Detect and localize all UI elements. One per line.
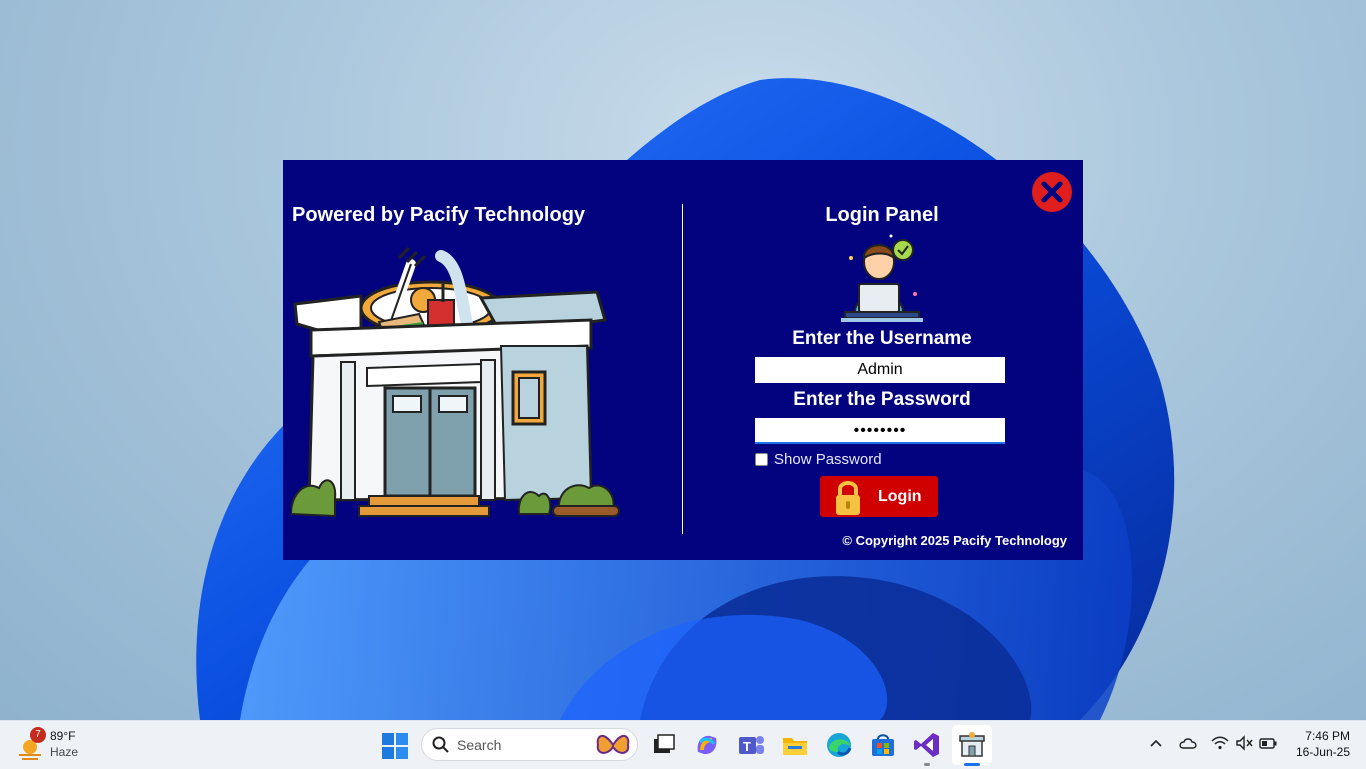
onedrive-icon[interactable] <box>1179 735 1197 751</box>
clock-time[interactable]: 7:46 PM <box>1290 729 1350 743</box>
login-window: Powered by Pacify Technology Login Panel… <box>283 160 1083 560</box>
login-button-label: Login <box>878 487 922 505</box>
password-label: Enter the Password <box>793 389 971 410</box>
copilot-icon[interactable] <box>692 730 722 760</box>
task-view-icon[interactable] <box>648 730 678 760</box>
canteen-app-icon[interactable] <box>957 730 987 760</box>
file-explorer-icon[interactable] <box>780 730 810 760</box>
edge-icon[interactable] <box>824 730 854 760</box>
weather-badge: 7 <box>30 727 46 743</box>
weather-widget[interactable]: 7 89°F Haze <box>16 727 106 763</box>
chevron-up-icon[interactable] <box>1148 735 1164 751</box>
start-icon[interactable] <box>382 733 408 759</box>
store-icon[interactable] <box>868 730 898 760</box>
visual-studio-indicator <box>924 763 930 766</box>
powered-by-label: Powered by Pacify Technology <box>292 204 586 226</box>
user-at-laptop-icon <box>841 234 923 322</box>
copyright-text: © Copyright 2025 Pacify Technology <box>842 533 1067 548</box>
svg-text:T: T <box>743 739 751 754</box>
username-label: Enter the Username <box>792 328 972 349</box>
login-panel-title: Login Panel <box>825 204 939 226</box>
volume-muted-icon[interactable] <box>1235 735 1253 751</box>
show-password-checkbox[interactable] <box>755 452 768 466</box>
search-placeholder: Search <box>457 737 502 753</box>
search-icon <box>432 736 449 753</box>
wifi-icon[interactable] <box>1211 735 1229 751</box>
padlock-icon <box>836 480 860 515</box>
taskbar-search[interactable]: Search <box>421 728 638 761</box>
butterfly-icon <box>596 735 630 754</box>
battery-icon[interactable] <box>1259 735 1277 751</box>
canteen-app-indicator <box>964 763 980 766</box>
weather-condition: Haze <box>50 745 79 759</box>
desktop: University Canteen Management System Pow… <box>0 0 1366 720</box>
password-input[interactable]: •••••••• <box>755 418 1005 444</box>
teams-icon[interactable]: T <box>736 730 766 760</box>
clock-date[interactable]: 16-Jun-25 <box>1280 745 1350 759</box>
username-input[interactable]: Admin <box>755 357 1005 383</box>
visual-studio-icon[interactable] <box>912 730 942 760</box>
canteen-building-icon <box>291 246 620 518</box>
login-button[interactable]: Login <box>820 476 938 517</box>
weather-temperature: 89°F <box>50 729 76 743</box>
show-password-toggle[interactable]: Show Password <box>755 450 882 468</box>
panel-divider <box>682 204 683 534</box>
taskbar: 7 89°F Haze Search T 7:46 PM 16-Jun-25 <box>0 720 1366 769</box>
show-password-label: Show Password <box>774 450 882 468</box>
